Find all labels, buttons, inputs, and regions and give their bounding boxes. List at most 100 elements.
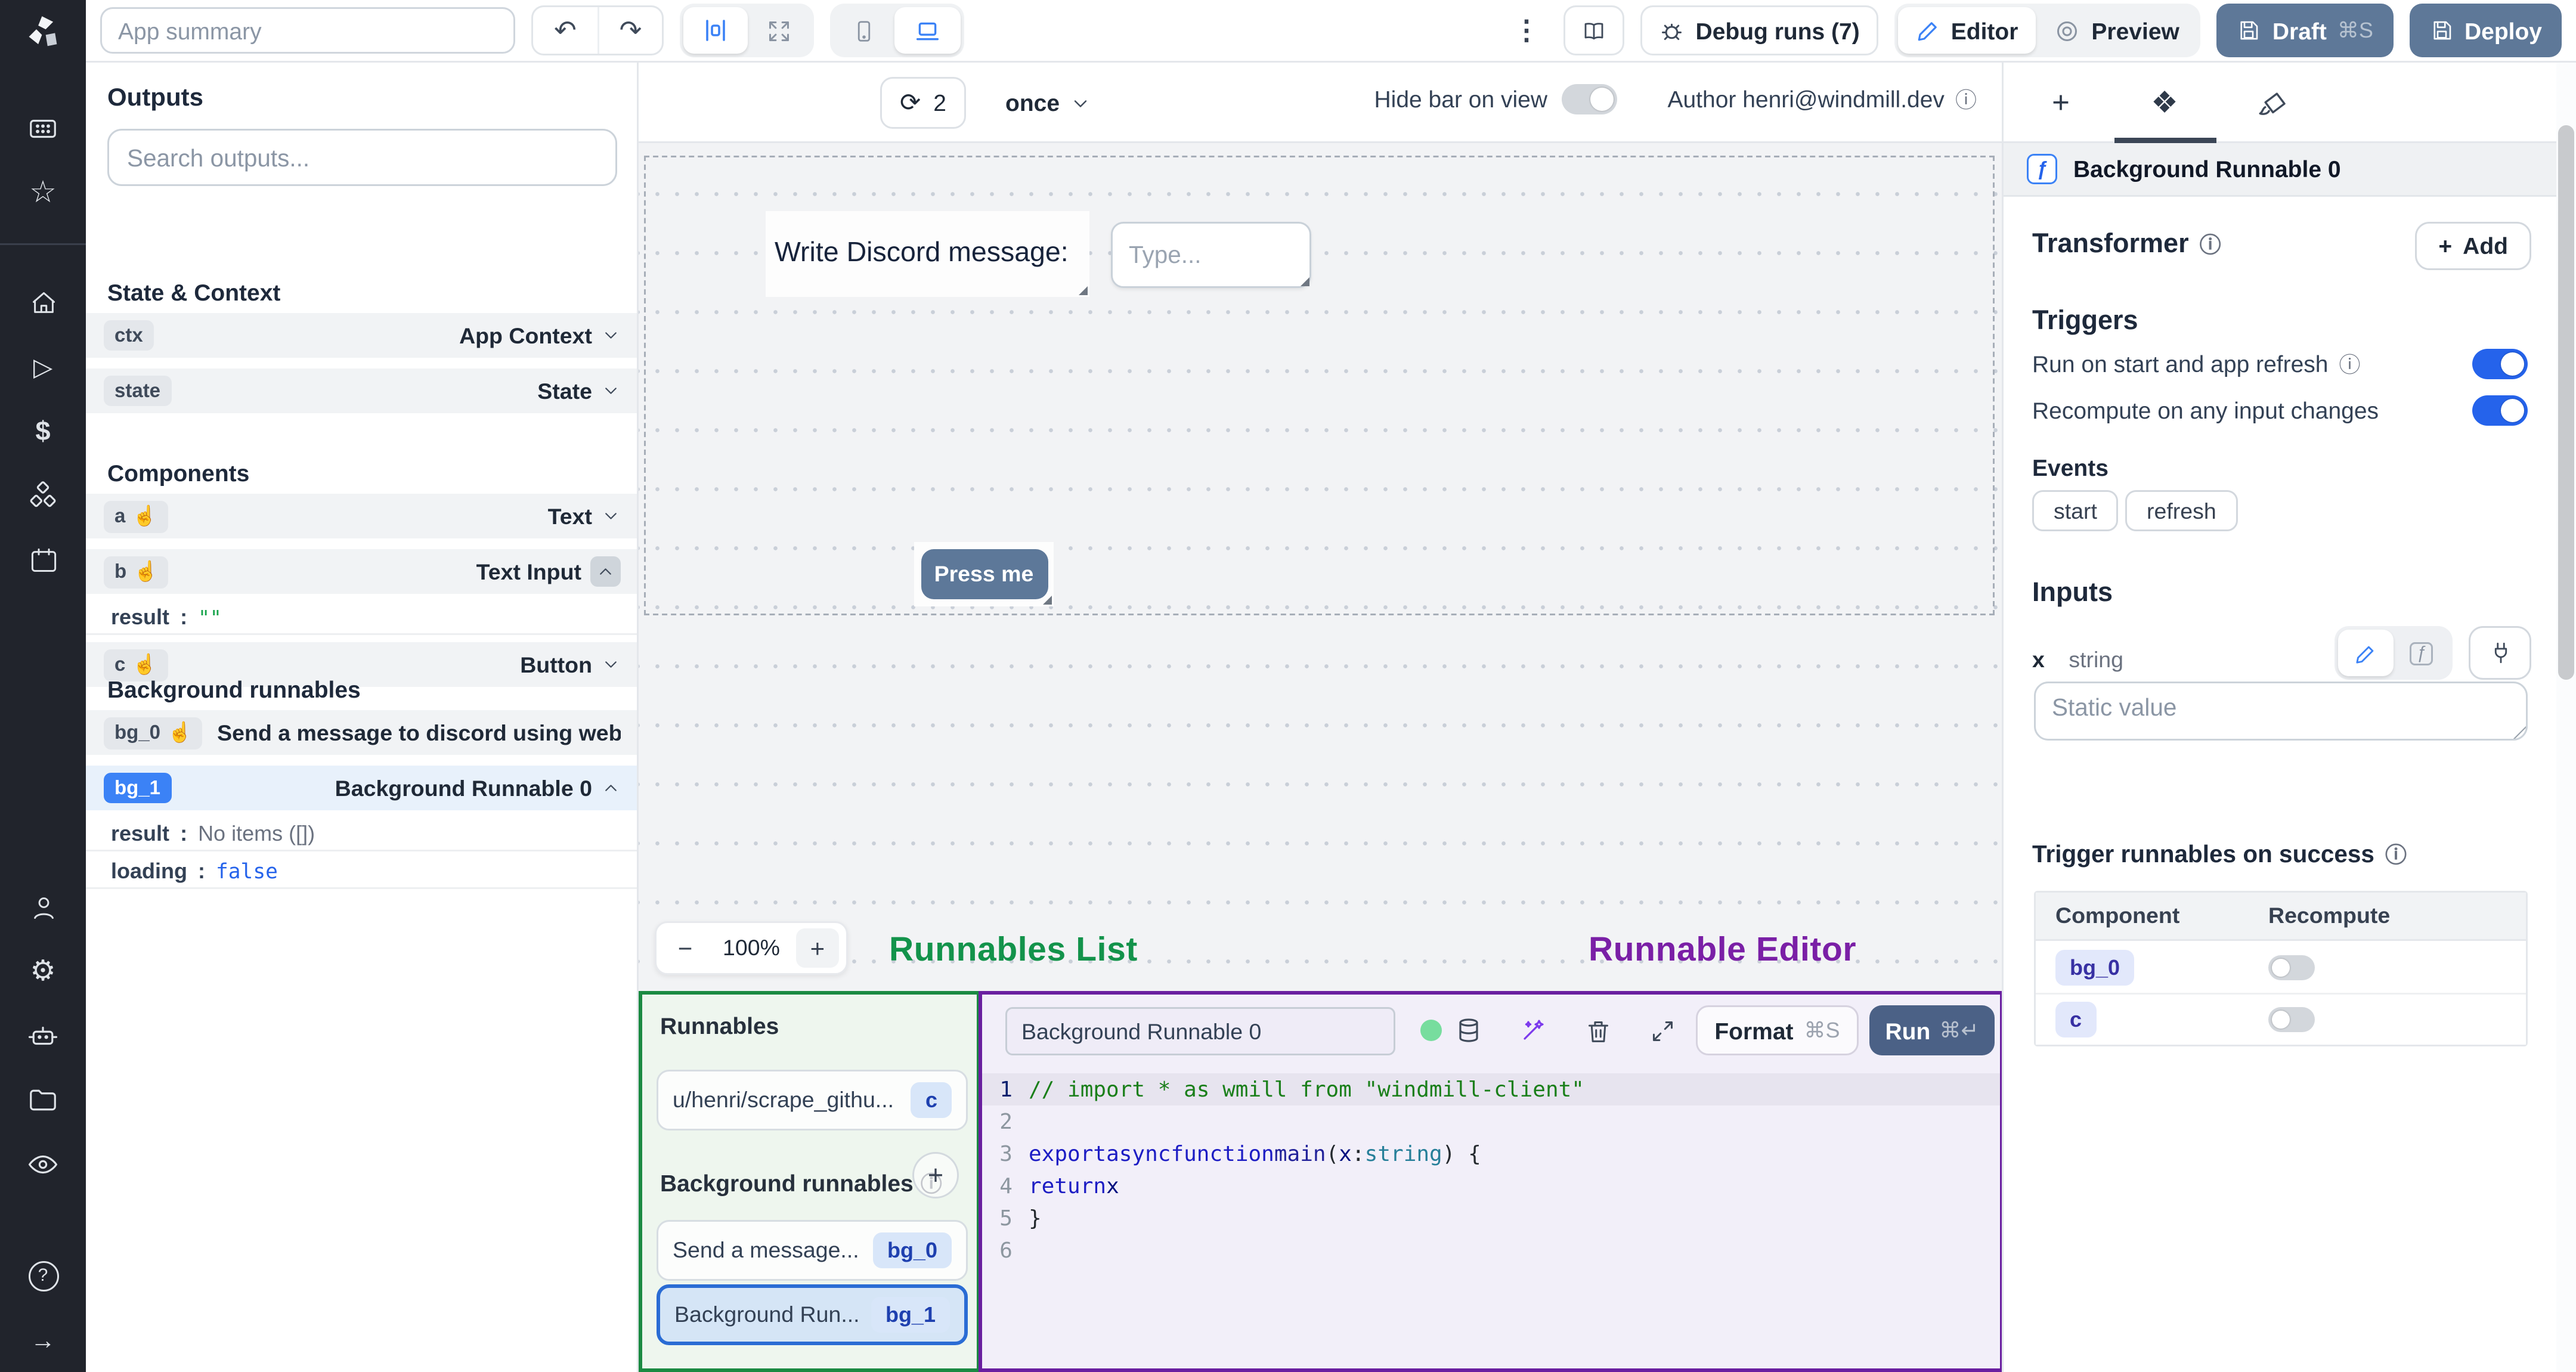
settings-gear-icon[interactable]: ⚙ — [0, 939, 86, 1004]
output-row-ctx[interactable]: ctx App Context — [86, 313, 637, 360]
eval-mode-button[interactable]: ƒ — [2394, 630, 2449, 676]
format-label: Format — [1714, 1017, 1794, 1044]
bg1-result-row[interactable]: result: No items ([]) — [86, 817, 637, 851]
bg0-badge[interactable]: bg_0 — [2055, 949, 2135, 985]
fullwidth-layout-button[interactable] — [748, 7, 810, 54]
hide-bar-toggle[interactable] — [1562, 84, 1617, 114]
c-badge[interactable]: c — [2055, 1002, 2097, 1037]
docs-button[interactable] — [1563, 5, 1624, 55]
search-outputs-input[interactable] — [107, 129, 617, 186]
info-icon[interactable]: ⓘ — [2385, 839, 2407, 869]
chevron-down-icon[interactable] — [601, 326, 621, 345]
output-row-bg0[interactable]: bg_0 ☝ Send a message to discord using we… — [86, 710, 637, 757]
chevron-down-icon[interactable] — [601, 655, 621, 674]
resize-handle[interactable] — [1043, 596, 1052, 605]
redo-button[interactable]: ↷ — [597, 7, 662, 54]
b-result-row[interactable]: result: "" — [86, 601, 637, 635]
desktop-view-button[interactable] — [894, 7, 961, 54]
event-refresh-badge[interactable]: refresh — [2125, 490, 2238, 531]
help-icon[interactable]: ? — [0, 1243, 86, 1308]
schedules-calendar-icon[interactable] — [0, 528, 86, 592]
resize-handle[interactable] — [1301, 277, 1309, 286]
schedule-dropdown[interactable]: once — [991, 77, 1106, 129]
preview-tab[interactable]: Preview — [2036, 7, 2197, 54]
output-row-b[interactable]: b ☝ Text Input — [86, 549, 637, 596]
resources-cubes-icon[interactable] — [0, 463, 86, 528]
insert-component-tab[interactable]: + — [2038, 80, 2084, 127]
runnable-item-bg1-selected[interactable]: Background Run... bg_1 — [657, 1284, 968, 1345]
runnable-item-c[interactable]: u/henri/scrape_githu... c — [657, 1070, 968, 1131]
variables-dollar-icon[interactable]: $ — [0, 399, 86, 463]
refresh-count-button[interactable]: ⟳ 2 — [880, 77, 966, 129]
more-menu-button[interactable]: ⋮ — [1506, 14, 1547, 47]
recompute-bg0-toggle[interactable] — [2268, 954, 2315, 980]
undo-button[interactable]: ↶ — [533, 7, 597, 54]
centered-layout-button[interactable] — [683, 7, 748, 54]
audit-eye-icon[interactable] — [0, 1132, 86, 1197]
collapse-button[interactable] — [590, 556, 621, 587]
resize-handle[interactable] — [1079, 286, 1088, 295]
run-button[interactable]: Run ⌘↵ — [1869, 1005, 1995, 1055]
runnable-item-bg0[interactable]: Send a message... bg_0 — [657, 1220, 968, 1281]
output-row-bg1[interactable]: bg_1 Background Runnable 0 — [86, 766, 637, 812]
collapse-arrow-icon[interactable]: → — [0, 1308, 86, 1372]
app-switcher-icon[interactable] — [0, 97, 86, 161]
folders-icon[interactable] — [0, 1068, 86, 1132]
code-line[interactable]: 3 export async function main(x: string) { — [982, 1138, 2000, 1170]
recompute-c-toggle[interactable] — [2268, 1007, 2315, 1032]
database-icon[interactable] — [1451, 1012, 1487, 1048]
code-line[interactable]: 6 — [982, 1234, 2000, 1266]
user-icon[interactable] — [0, 875, 86, 939]
debug-runs-button[interactable]: Debug runs (7) — [1640, 5, 1878, 55]
favorites-star-icon[interactable]: ☆ — [0, 161, 86, 225]
static-value-input[interactable] — [2034, 682, 2528, 741]
static-mode-button[interactable] — [2338, 630, 2394, 676]
delete-trash-icon[interactable] — [1580, 1012, 1615, 1048]
recompute-toggle[interactable] — [2472, 395, 2528, 426]
ai-wand-icon[interactable] — [1515, 1012, 1551, 1048]
connect-input-button[interactable] — [2469, 626, 2531, 680]
code-line[interactable]: 4 return x — [982, 1170, 2000, 1202]
deploy-button[interactable]: Deploy — [2408, 4, 2562, 57]
zoom-in-button[interactable]: + — [795, 928, 839, 968]
event-start-badge[interactable]: start — [2032, 490, 2119, 531]
info-icon[interactable]: ⓘ — [2339, 349, 2361, 379]
add-background-runnable-button[interactable]: + — [912, 1152, 959, 1198]
textinput-component[interactable] — [1111, 222, 1311, 288]
app-canvas[interactable]: Write Discord message: Press me − 100% +… — [639, 143, 2002, 1372]
editor-tab[interactable]: Editor — [1897, 7, 2036, 54]
chevron-up-icon[interactable] — [601, 778, 621, 798]
discord-message-input[interactable] — [1111, 222, 1311, 288]
zoom-out-button[interactable]: − — [664, 928, 707, 968]
code-line[interactable]: 5} — [982, 1202, 2000, 1234]
output-row-state[interactable]: state State — [86, 368, 637, 415]
add-transformer-button[interactable]: + Add — [2415, 222, 2531, 270]
app-summary-input[interactable] — [100, 7, 515, 54]
trigger-label: Run on start and app refresh — [2032, 351, 2329, 377]
info-icon[interactable]: ⓘ — [2200, 229, 2221, 259]
mobile-view-button[interactable] — [834, 7, 894, 54]
info-icon[interactable]: ⓘ — [1955, 84, 1977, 114]
runnable-name-input[interactable] — [1005, 1007, 1395, 1055]
output-row-a[interactable]: a ☝ Text — [86, 494, 637, 540]
chevron-down-icon[interactable] — [601, 381, 621, 401]
button-component[interactable]: Press me — [914, 542, 1054, 606]
home-icon[interactable] — [0, 270, 86, 335]
expand-editor-icon[interactable] — [1644, 1012, 1680, 1048]
draft-button[interactable]: Draft ⌘S — [2216, 4, 2393, 57]
run-on-start-toggle[interactable] — [2472, 349, 2528, 379]
scrollbar-thumb[interactable] — [2558, 125, 2574, 680]
bg1-loading-row[interactable]: loading: false — [86, 855, 637, 889]
chevron-down-icon[interactable] — [601, 506, 621, 526]
code-editor[interactable]: 1// import * as wmill from "windmill-cli… — [982, 1073, 2000, 1266]
code-line[interactable]: 1// import * as wmill from "windmill-cli… — [982, 1073, 2000, 1105]
press-me-button[interactable]: Press me — [920, 549, 1048, 599]
windmill-logo-icon[interactable] — [21, 13, 66, 57]
runs-play-icon[interactable]: ▷ — [0, 335, 86, 399]
component-settings-tab[interactable]: ❖ — [2141, 80, 2188, 127]
code-line[interactable]: 2 — [982, 1105, 2000, 1138]
workers-robot-icon[interactable] — [0, 1004, 86, 1068]
styling-tab[interactable] — [2249, 80, 2295, 127]
format-button[interactable]: Format ⌘S — [1696, 1005, 1859, 1055]
text-component[interactable]: Write Discord message: — [766, 211, 1089, 297]
